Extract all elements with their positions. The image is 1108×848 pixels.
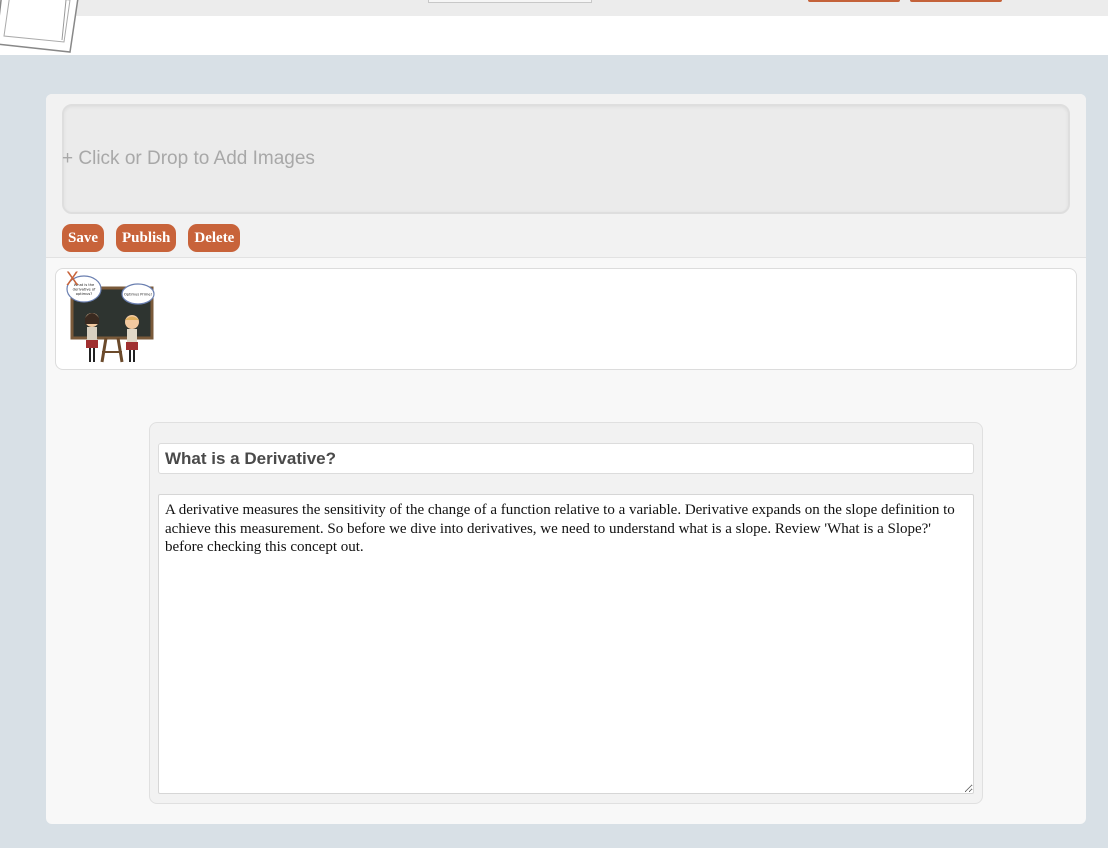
header-button-1[interactable]: [808, 0, 900, 2]
header-search-input[interactable]: [428, 0, 592, 3]
header-strip: [0, 16, 1108, 55]
header-button-2[interactable]: [910, 0, 1002, 2]
concept-editor-panel: A derivative measures the sensitivity of…: [149, 422, 983, 804]
publish-button[interactable]: Publish: [116, 224, 177, 252]
logo-icon[interactable]: [0, 0, 80, 56]
cartoon-chalkboard-thumbnail-icon: What is the derivative of optimus? Optim…: [66, 275, 155, 363]
image-thumbnail-list: What is the derivative of optimus? Optim…: [55, 268, 1077, 370]
image-thumbnail[interactable]: What is the derivative of optimus? Optim…: [66, 269, 160, 366]
action-buttons: Save Publish Delete: [62, 224, 241, 252]
bubble-left-text-3: optimus?: [76, 292, 93, 296]
concept-title-input[interactable]: [158, 443, 974, 474]
dropzone-label: + Click or Drop to Add Images: [62, 148, 315, 169]
concept-editor-card: + Click or Drop to Add Images Save Publi…: [46, 94, 1086, 824]
bubble-right-text: Optimus Prime!: [124, 293, 152, 297]
image-upload-section: + Click or Drop to Add Images Save Publi…: [46, 94, 1086, 258]
save-button[interactable]: Save: [62, 224, 104, 252]
remove-image-icon[interactable]: X: [66, 269, 79, 291]
delete-button[interactable]: Delete: [188, 224, 241, 252]
image-dropzone[interactable]: + Click or Drop to Add Images: [62, 104, 1070, 214]
concept-body-textarea[interactable]: A derivative measures the sensitivity of…: [158, 494, 974, 794]
